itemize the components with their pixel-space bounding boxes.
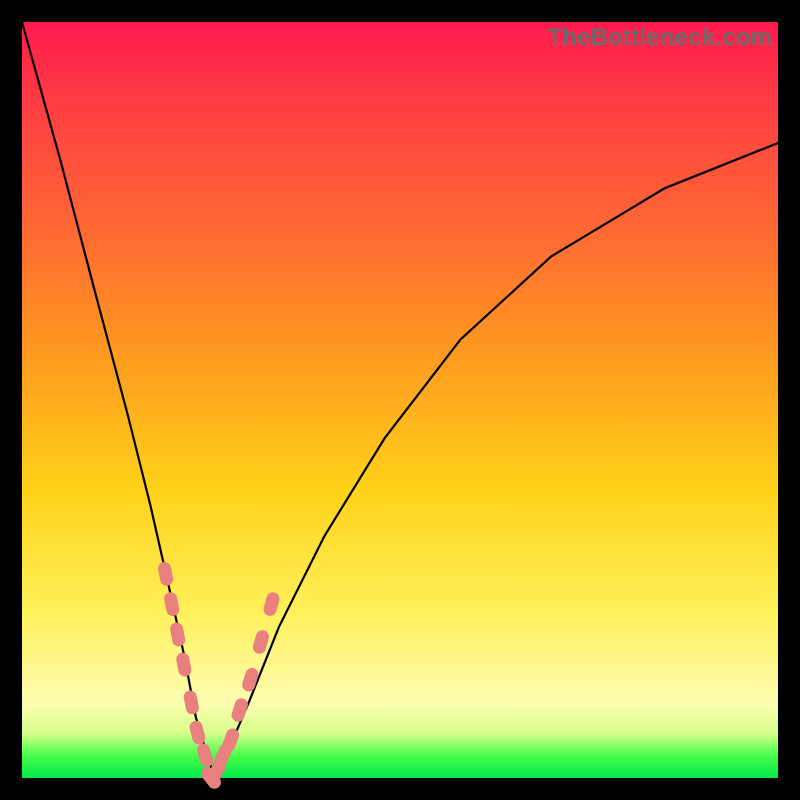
- marker-pill: [251, 629, 270, 656]
- marker-pill: [163, 591, 180, 617]
- marker-pill: [195, 742, 214, 769]
- marker-pill: [157, 561, 174, 587]
- plot-area: TheBottleneck.com: [22, 22, 778, 778]
- chart-svg: [22, 22, 778, 778]
- chart-frame: TheBottleneck.com: [0, 0, 800, 800]
- marker-pill: [188, 719, 207, 745]
- marker-pill: [183, 689, 200, 715]
- marker-pill: [169, 621, 186, 647]
- marker-group: [157, 561, 281, 792]
- marker-pill: [262, 591, 281, 618]
- marker-pill: [175, 652, 192, 678]
- bottleneck-curve: [22, 22, 778, 778]
